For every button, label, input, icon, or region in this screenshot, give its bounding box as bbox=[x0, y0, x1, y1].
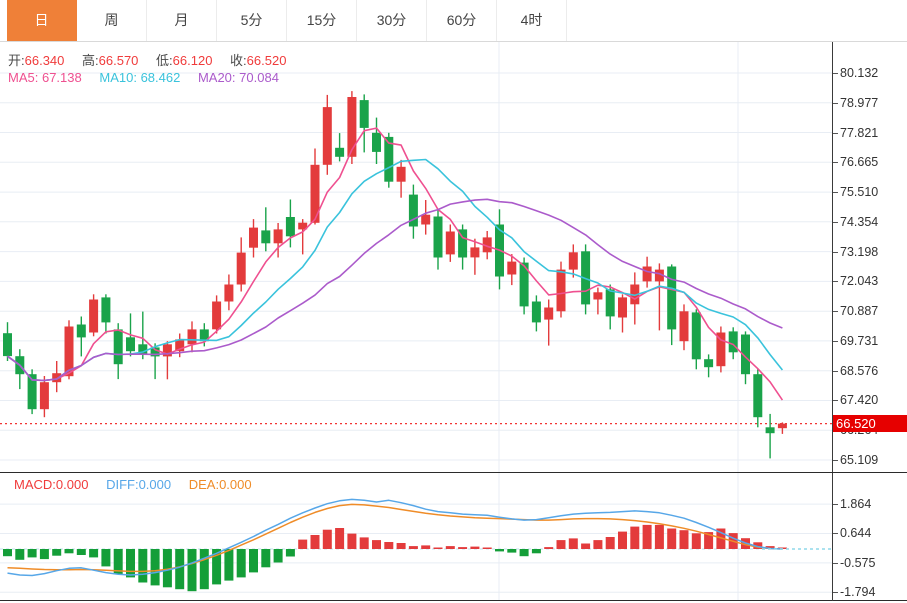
tab-timeframe-2[interactable]: 月 bbox=[147, 0, 217, 41]
trading-chart-widget: 日周月5分15分30分60分4时 开:66.340 高:66.570 低:66.… bbox=[0, 0, 907, 603]
price-tick-74.354: 74.354 bbox=[833, 214, 906, 230]
macd-tick--0.575: -0.575 bbox=[833, 555, 906, 571]
price-tick-65.109: 65.109 bbox=[833, 452, 906, 468]
axis-line bbox=[832, 42, 833, 601]
ma10-legend: MA10: 68.462 bbox=[99, 70, 180, 85]
panel-divider bbox=[0, 472, 907, 473]
price-tick-77.821: 77.821 bbox=[833, 125, 906, 141]
price-tick-80.132: 80.132 bbox=[833, 65, 906, 81]
tab-timeframe-5[interactable]: 30分 bbox=[357, 0, 427, 41]
dea-value: DEA:0.000 bbox=[189, 477, 252, 492]
price-tick-68.576: 68.576 bbox=[833, 363, 906, 379]
ma20-line bbox=[8, 199, 783, 380]
macd-legend: MACD:0.000 DIFF:0.000 DEA:0.000 bbox=[14, 477, 266, 492]
macd-tick-1.864: 1.864 bbox=[833, 496, 906, 512]
candlestick-chart[interactable] bbox=[0, 42, 832, 472]
tab-timeframe-3[interactable]: 5分 bbox=[217, 0, 287, 41]
price-tick-75.510: 75.510 bbox=[833, 184, 906, 200]
bottom-border bbox=[0, 600, 907, 601]
tab-timeframe-4[interactable]: 15分 bbox=[287, 0, 357, 41]
ma10-line bbox=[8, 160, 783, 381]
low-value: 低:66.120 bbox=[156, 53, 212, 68]
ma20-legend: MA20: 70.084 bbox=[198, 70, 279, 85]
tab-timeframe-0[interactable]: 日 bbox=[7, 0, 77, 41]
current-price-tag: 66.520 bbox=[833, 415, 907, 432]
price-tick-76.665: 76.665 bbox=[833, 154, 906, 170]
close-value: 收:66.520 bbox=[230, 53, 286, 68]
macd-tick--1.794: -1.794 bbox=[833, 584, 906, 600]
diff-value: DIFF:0.000 bbox=[106, 477, 171, 492]
price-tick-73.198: 73.198 bbox=[833, 244, 906, 260]
price-tick-70.887: 70.887 bbox=[833, 303, 906, 319]
price-tick-72.043: 72.043 bbox=[833, 273, 906, 289]
high-value: 高:66.570 bbox=[82, 53, 138, 68]
ma5-legend: MA5: 67.138 bbox=[8, 70, 82, 85]
macd-tick-0.644: 0.644 bbox=[833, 525, 906, 541]
timeframe-tabbar: 日周月5分15分30分60分4时 bbox=[0, 0, 907, 42]
ohlc-legend: 开:66.340 高:66.570 低:66.120 收:66.520 bbox=[8, 50, 300, 69]
tab-timeframe-6[interactable]: 60分 bbox=[427, 0, 497, 41]
diff-line bbox=[8, 499, 783, 575]
price-tick-78.977: 78.977 bbox=[833, 95, 906, 111]
macd-histogram bbox=[3, 525, 787, 591]
grid bbox=[0, 42, 832, 472]
macd-value: MACD:0.000 bbox=[14, 477, 88, 492]
price-tick-69.731: 69.731 bbox=[833, 333, 906, 349]
ma-legend: MA5: 67.138 MA10: 68.462 MA20: 70.084 bbox=[8, 70, 293, 85]
ma5-line bbox=[8, 128, 783, 400]
tab-timeframe-1[interactable]: 周 bbox=[77, 0, 147, 41]
price-tick-67.420: 67.420 bbox=[833, 392, 906, 408]
tab-timeframe-7[interactable]: 4时 bbox=[497, 0, 567, 41]
candles bbox=[3, 91, 787, 458]
open-value: 开:66.340 bbox=[8, 53, 64, 68]
